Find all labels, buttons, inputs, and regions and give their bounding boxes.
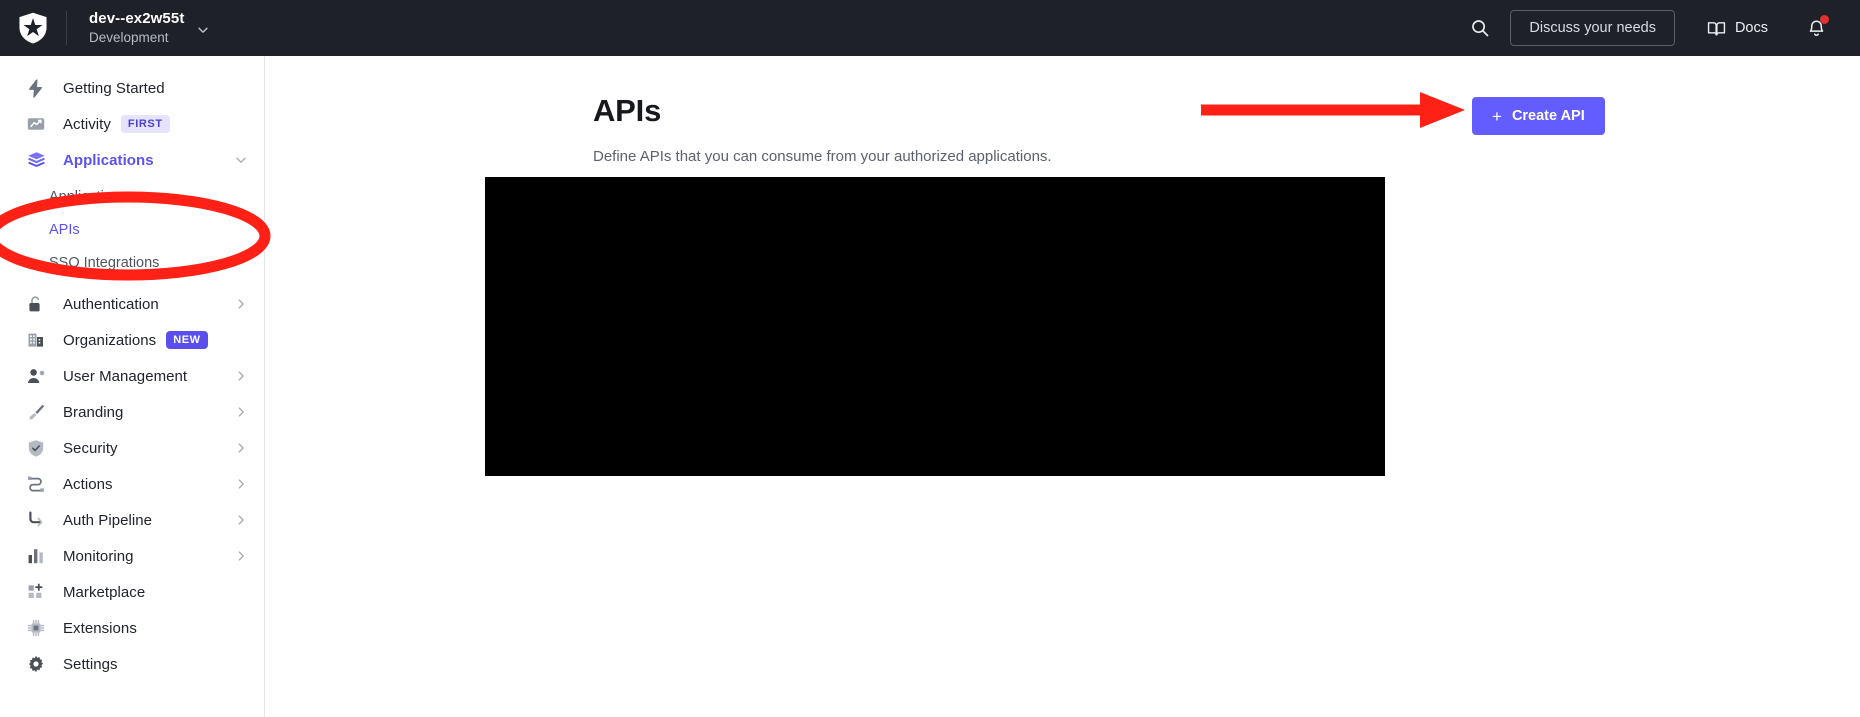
grid-plus-icon bbox=[27, 582, 49, 602]
sidebar-label: User Management bbox=[63, 367, 188, 385]
main-content: APIs Define APIs that you can consume fr… bbox=[266, 56, 1860, 717]
docs-link[interactable]: Docs bbox=[1689, 8, 1786, 48]
sidebar-label: Activity bbox=[63, 115, 111, 133]
activity-chart-icon bbox=[27, 114, 49, 134]
tenant-environment: Development bbox=[89, 30, 169, 45]
sidebar-item-settings[interactable]: Settings bbox=[0, 646, 264, 682]
sidebar-label: Extensions bbox=[63, 619, 137, 637]
notifications-button[interactable] bbox=[1796, 8, 1836, 48]
create-api-label: Create API bbox=[1511, 108, 1585, 124]
search-icon[interactable] bbox=[1458, 6, 1502, 50]
sidebar-badge-new: NEW bbox=[166, 331, 208, 349]
user-gear-icon bbox=[27, 366, 49, 386]
sidebar-item-authentication[interactable]: Authentication bbox=[0, 286, 264, 322]
create-api-button[interactable]: + Create API bbox=[1472, 97, 1605, 135]
chevron-right-icon bbox=[234, 513, 248, 527]
page-title: APIs bbox=[593, 93, 662, 128]
sidebar-label: Branding bbox=[63, 403, 124, 421]
sidebar-item-extensions[interactable]: Extensions bbox=[0, 610, 264, 646]
chevron-right-icon bbox=[234, 477, 248, 491]
sidebar-item-monitoring[interactable]: Monitoring bbox=[0, 538, 264, 574]
bolt-icon bbox=[27, 78, 49, 98]
gear-icon bbox=[27, 654, 49, 674]
discuss-your-needs-button[interactable]: Discuss your needs bbox=[1510, 10, 1675, 46]
sidebar-label: Actions bbox=[63, 475, 113, 493]
sidebar-item-activity[interactable]: Activity FIRST bbox=[0, 106, 264, 142]
sidebar-item-sso-integrations[interactable]: SSO Integrations bbox=[0, 246, 264, 279]
top-navigation-bar: dev--ex2w55t Development Discuss your ne… bbox=[0, 0, 1860, 56]
sidebar-item-actions[interactable]: Actions bbox=[0, 466, 264, 502]
sidebar-item-auth-pipeline[interactable]: Auth Pipeline bbox=[0, 502, 264, 538]
building-icon bbox=[27, 330, 49, 350]
notification-unread-dot bbox=[1820, 15, 1829, 24]
chip-icon bbox=[27, 618, 49, 638]
chevron-down-icon bbox=[196, 23, 210, 37]
sidebar-label: Settings bbox=[63, 655, 118, 673]
sidebar-item-organizations[interactable]: Organizations NEW bbox=[0, 322, 264, 358]
pipeline-arrow-icon bbox=[27, 510, 49, 530]
docs-label: Docs bbox=[1734, 20, 1768, 36]
chevron-right-icon bbox=[234, 369, 248, 383]
chevron-right-icon bbox=[234, 297, 248, 311]
bar-chart-icon bbox=[27, 546, 49, 566]
plus-icon: + bbox=[1492, 106, 1502, 126]
sidebar-item-branding[interactable]: Branding bbox=[0, 394, 264, 430]
chevron-right-icon bbox=[234, 405, 248, 419]
main-sidebar: Getting Started Activity FIRST Applicati… bbox=[0, 56, 265, 717]
apis-content-redacted-area bbox=[485, 177, 1385, 476]
layers-icon bbox=[27, 150, 49, 170]
sidebar-item-applications[interactable]: Applications bbox=[0, 142, 264, 178]
sidebar-label: Marketplace bbox=[63, 583, 146, 601]
sidebar-label: Organizations bbox=[63, 331, 157, 349]
book-icon bbox=[1707, 20, 1726, 37]
sidebar-item-getting-started[interactable]: Getting Started bbox=[0, 70, 264, 106]
sidebar-item-apis[interactable]: APIs bbox=[0, 213, 264, 246]
tenant-name: dev--ex2w55t bbox=[89, 10, 185, 27]
tenant-selector[interactable]: dev--ex2w55t Development bbox=[89, 10, 210, 46]
paintbrush-icon bbox=[27, 402, 49, 422]
sidebar-item-marketplace[interactable]: Marketplace bbox=[0, 574, 264, 610]
shield-check-icon bbox=[27, 438, 49, 458]
chevron-down-icon bbox=[234, 153, 248, 167]
chevron-right-icon bbox=[234, 441, 248, 455]
auth0-shield-logo[interactable] bbox=[0, 0, 66, 56]
topbar-actions: Discuss your needs Docs bbox=[1458, 6, 1860, 50]
sidebar-label: Authentication bbox=[63, 295, 159, 313]
sidebar-label: Applications bbox=[63, 151, 154, 169]
sidebar-label: Getting Started bbox=[63, 79, 165, 97]
sidebar-label: Monitoring bbox=[63, 547, 134, 565]
sidebar-subnav-applications: Applications APIs SSO Integrations bbox=[0, 178, 264, 279]
sidebar-item-security[interactable]: Security bbox=[0, 430, 264, 466]
lock-open-icon bbox=[27, 294, 49, 314]
chevron-right-icon bbox=[234, 549, 248, 563]
sidebar-label: Auth Pipeline bbox=[63, 511, 153, 529]
page-subtitle: Define APIs that you can consume from yo… bbox=[593, 148, 1052, 165]
flow-nodes-icon bbox=[27, 474, 49, 494]
sidebar-item-applications-sub[interactable]: Applications bbox=[0, 180, 264, 213]
sidebar-item-user-management[interactable]: User Management bbox=[0, 358, 264, 394]
logo-divider bbox=[66, 11, 67, 45]
sidebar-badge-first: FIRST bbox=[120, 115, 170, 133]
sidebar-label: Security bbox=[63, 439, 118, 457]
